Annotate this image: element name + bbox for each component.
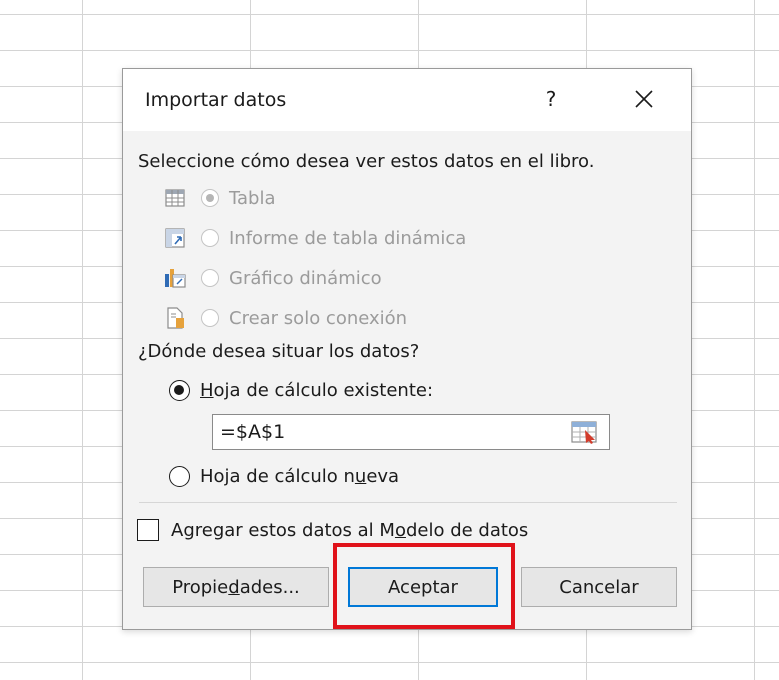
pivot-chart-label: Gráfico dinámico: [229, 267, 382, 289]
pivot-chart-radio[interactable]: [201, 269, 219, 287]
where-prompt: ¿Dónde desea situar los datos?: [138, 341, 420, 362]
view-prompt: Seleccione cómo desea ver estos datos en…: [138, 151, 595, 172]
table-icon: [163, 186, 187, 210]
range-select-icon: [571, 421, 597, 444]
accept-button[interactable]: Aceptar: [348, 567, 498, 607]
import-data-dialog: Importar datos ? Seleccione cómo desea v…: [122, 68, 692, 630]
new-sheet-option[interactable]: Hoja de cálculo nueva: [169, 462, 399, 490]
properties-button[interactable]: Propie d ades...: [143, 567, 329, 607]
new-sheet-radio[interactable]: [169, 465, 190, 487]
cell-reference-input[interactable]: [216, 419, 556, 445]
cancel-button[interactable]: Cancelar: [521, 567, 677, 607]
cell-reference-box: [212, 414, 610, 450]
tabla-radio[interactable]: [201, 189, 219, 207]
data-model-option[interactable]: Agregar estos datos al Modelo de datos: [137, 515, 528, 545]
option-connection-only[interactable]: Crear solo conexión: [163, 304, 603, 332]
pivot-table-radio[interactable]: [201, 229, 219, 247]
data-model-label: Agregar estos datos al Modelo de datos: [171, 519, 529, 541]
existing-sheet-label: Hoja de cálculo existente:: [200, 379, 434, 401]
dialog-titlebar: Importar datos ?: [123, 69, 691, 131]
pivot-chart-icon: [163, 266, 187, 290]
pivot-table-label: Informe de tabla dinámica: [229, 227, 467, 249]
tabla-label: Tabla: [229, 187, 276, 209]
help-button[interactable]: ?: [535, 83, 567, 115]
dialog-title: Importar datos: [145, 89, 287, 111]
connection-only-label: Crear solo conexión: [229, 307, 408, 329]
option-pivot-table[interactable]: Informe de tabla dinámica: [163, 224, 603, 252]
close-icon: [635, 90, 653, 108]
new-sheet-label: Hoja de cálculo nueva: [200, 465, 400, 487]
pivot-table-icon: [163, 226, 187, 250]
connection-only-radio[interactable]: [201, 309, 219, 327]
collapse-dialog-button[interactable]: [565, 418, 605, 446]
divider: [139, 502, 677, 503]
existing-sheet-radio[interactable]: [169, 379, 190, 401]
option-tabla[interactable]: Tabla: [163, 184, 603, 212]
option-pivot-chart[interactable]: Gráfico dinámico: [163, 264, 603, 292]
close-button[interactable]: [626, 81, 662, 117]
connection-icon: [163, 306, 187, 330]
existing-sheet-option[interactable]: Hoja de cálculo existente:: [169, 376, 433, 404]
data-model-checkbox[interactable]: [137, 519, 159, 541]
